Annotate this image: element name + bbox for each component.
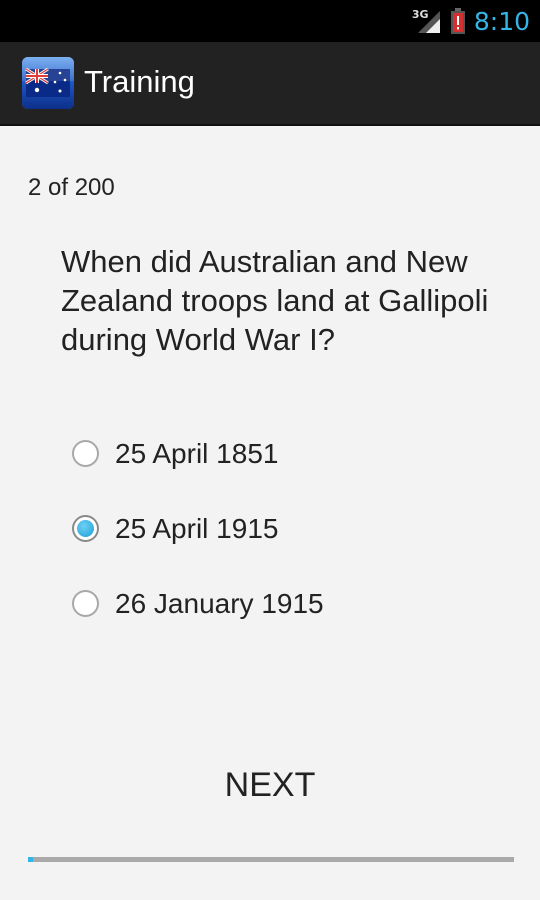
- answer-options: 25 April 1851 25 April 1915 26 January 1…: [72, 416, 324, 641]
- action-bar: Training: [0, 42, 540, 126]
- status-bar: 3G 8:10: [0, 0, 540, 42]
- question-text: When did Australian and New Zealand troo…: [61, 244, 489, 357]
- battery-low-icon: [450, 7, 466, 35]
- answer-option-3[interactable]: 26 January 1915: [72, 566, 324, 641]
- app-title: Training: [84, 64, 195, 99]
- answer-option-label: 25 April 1851: [115, 437, 279, 469]
- answer-option-2[interactable]: 25 April 1915: [72, 491, 324, 566]
- radio-button-checked-icon[interactable]: [72, 515, 99, 542]
- radio-button-icon[interactable]: [72, 440, 99, 467]
- answer-option-label: 26 January 1915: [115, 587, 324, 619]
- network-type-label: 3G: [411, 8, 429, 21]
- radio-button-icon[interactable]: [72, 590, 99, 617]
- australia-flag-icon[interactable]: [22, 57, 74, 109]
- next-button[interactable]: NEXT: [0, 766, 540, 805]
- answer-option-label: 25 April 1915: [115, 512, 279, 544]
- answer-option-1[interactable]: 25 April 1851: [72, 416, 324, 491]
- signal-strength-icon: 3G: [412, 7, 442, 35]
- quiz-progress-bar: [28, 857, 514, 862]
- question-counter: 2 of 200: [28, 174, 115, 201]
- status-icons: 3G 8:10: [412, 0, 530, 42]
- status-clock: 8:10: [473, 6, 530, 36]
- quiz-content: 2 of 200 When did Australian and New Zea…: [0, 126, 540, 900]
- quiz-progress-fill: [28, 857, 33, 862]
